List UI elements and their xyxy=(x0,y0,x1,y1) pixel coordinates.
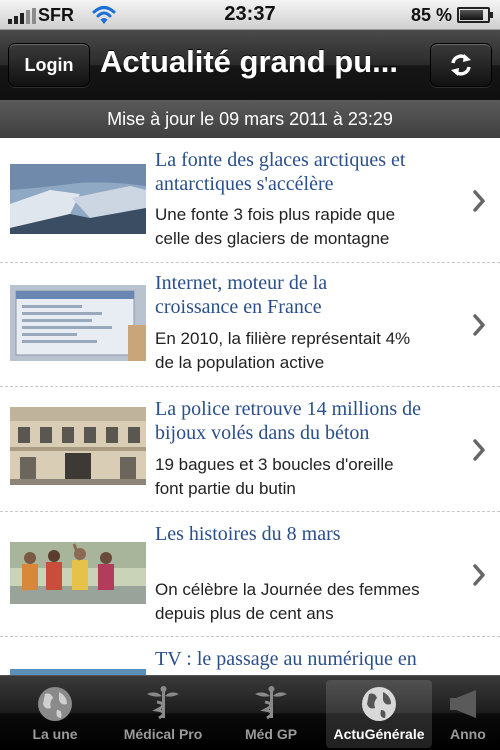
navigation-bar: Login Actualité grand pu... xyxy=(0,30,500,100)
tab-bar: La une Médical Pro Méd GP ActuGénérale A… xyxy=(0,675,500,750)
news-headline[interactable]: Internet, moteur de la croissance en Fra… xyxy=(155,271,455,319)
globe-icon xyxy=(362,687,396,721)
news-thumbnail-internet xyxy=(10,285,146,361)
battery-icon xyxy=(457,7,493,23)
login-button[interactable]: Login xyxy=(8,43,90,87)
chevron-right-icon[interactable] xyxy=(472,439,486,461)
headline-line: antarctiques s'accélère xyxy=(155,173,334,195)
status-bar: SFR 23:37 85 % xyxy=(0,0,500,30)
megaphone-icon xyxy=(450,690,476,718)
headline-line: La fonte des glaces arctiques et xyxy=(155,149,406,171)
tab-la-une[interactable]: La une xyxy=(2,680,108,748)
last-update-banner: Mise à jour le 09 mars 2011 à 23:29 xyxy=(0,100,500,138)
news-headline[interactable]: TV : le passage au numérique en xyxy=(155,647,455,671)
caduceus-icon xyxy=(255,686,287,720)
headline-line: bijoux volés dans du béton xyxy=(155,422,370,444)
news-thumbnail-building xyxy=(10,407,146,485)
page-title: Actualité grand pu... xyxy=(100,44,398,79)
news-item[interactable]: La fonte des glaces arctiques et antarct… xyxy=(0,138,500,263)
chevron-right-icon[interactable] xyxy=(472,190,486,212)
headline-line: TV : le passage au numérique en xyxy=(155,648,417,670)
news-headline[interactable]: Les histoires du 8 mars xyxy=(155,522,455,546)
news-item[interactable]: Internet, moteur de la croissance en Fra… xyxy=(0,263,500,387)
tab-actu-generale[interactable]: ActuGénérale xyxy=(326,680,432,748)
news-headline[interactable]: La fonte des glaces arctiques et antarct… xyxy=(155,148,455,196)
headline-line: La police retrouve 14 millions de xyxy=(155,398,422,420)
tab-med-gp[interactable]: Méd GP xyxy=(218,680,324,748)
summary-line: On célèbre la Journée des femmes xyxy=(155,580,420,599)
refresh-icon xyxy=(451,54,471,76)
news-summary: Une fonte 3 fois plus rapide que celle d… xyxy=(155,203,455,251)
headline-line: Les histoires du 8 mars xyxy=(155,523,341,545)
refresh-button[interactable] xyxy=(430,43,492,87)
summary-line: En 2010, la filière représentait 4% xyxy=(155,329,411,348)
tab-label: Anno xyxy=(450,726,486,742)
news-item[interactable]: Les histoires du 8 mars On célèbre la Jo… xyxy=(0,512,500,637)
chevron-right-icon[interactable] xyxy=(472,314,486,336)
summary-line: depuis plus de cent ans xyxy=(155,604,334,623)
news-headline[interactable]: La police retrouve 14 millions de bijoux… xyxy=(155,397,455,445)
summary-line: celle des glaciers de montagne xyxy=(155,229,390,248)
battery-fill xyxy=(460,10,483,20)
summary-line: 19 bagues et 3 boucles d'oreille xyxy=(155,455,394,474)
tab-annonces[interactable]: Anno xyxy=(436,680,500,748)
summary-line: font partie du butin xyxy=(155,479,296,498)
tab-label: ActuGénérale xyxy=(333,726,425,742)
news-thumbnail-ice xyxy=(10,164,146,234)
tab-label: La une xyxy=(32,726,78,742)
caduceus-icon xyxy=(147,686,179,720)
headline-line: Internet, moteur de la xyxy=(155,272,328,294)
summary-line: de la population active xyxy=(155,353,325,372)
globe-icon xyxy=(38,687,72,721)
news-list[interactable]: La fonte des glaces arctiques et antarct… xyxy=(0,138,500,675)
news-summary: 19 bagues et 3 boucles d'oreille font pa… xyxy=(155,453,455,501)
news-item[interactable]: La police retrouve 14 millions de bijoux… xyxy=(0,387,500,512)
news-summary: On célèbre la Journée des femmes depuis … xyxy=(155,578,455,626)
news-item[interactable]: TV : le passage au numérique en xyxy=(0,637,500,675)
headline-line: croissance en France xyxy=(155,296,322,318)
news-thumbnail-women xyxy=(10,542,146,604)
summary-line: Une fonte 3 fois plus rapide que xyxy=(155,205,396,224)
news-summary: En 2010, la filière représentait 4% de l… xyxy=(155,327,455,375)
chevron-right-icon[interactable] xyxy=(472,564,486,586)
tab-label: Méd GP xyxy=(244,726,298,742)
tab-medical-pro[interactable]: Médical Pro xyxy=(110,680,216,748)
battery-percent: 85 % xyxy=(410,5,452,25)
tab-label: Médical Pro xyxy=(123,726,203,742)
